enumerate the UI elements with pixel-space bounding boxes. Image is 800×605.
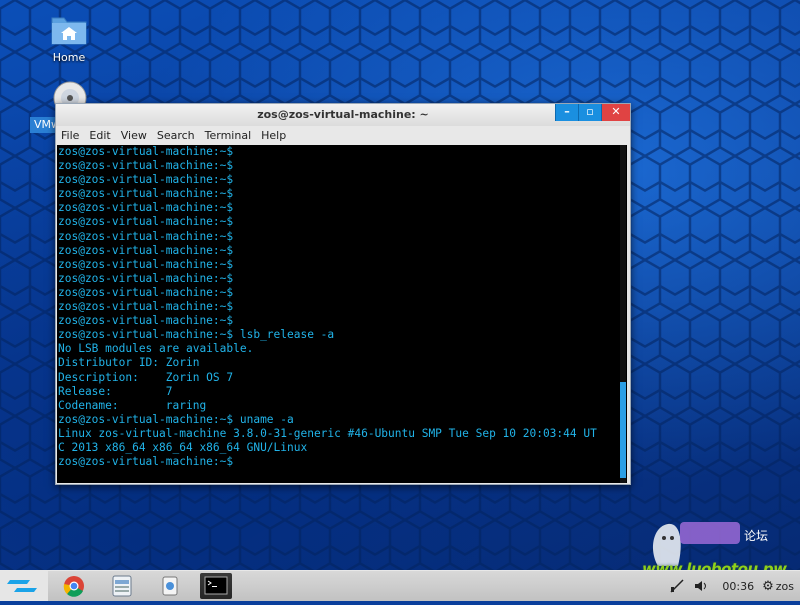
network-icon[interactable]: [668, 577, 686, 595]
terminal-line: Release: 7: [58, 384, 173, 398]
watermark-logo-text: 论坛: [744, 529, 768, 543]
settings-gear-icon[interactable]: ⚙: [762, 579, 774, 594]
terminal-line: Linux zos-virtual-machine 3.8.0-31-gener…: [58, 426, 597, 440]
file-manager-launcher[interactable]: [106, 573, 138, 599]
minimize-button[interactable]: –: [555, 104, 578, 121]
user-name[interactable]: zos: [776, 580, 794, 593]
menu-file[interactable]: File: [61, 129, 79, 142]
disc-app-launcher[interactable]: [154, 573, 186, 599]
terminal-output: zos@zos-virtual-machine:~$ zos@zos-virtua…: [57, 145, 627, 469]
window-title: zos@zos-virtual-machine: ~: [257, 108, 429, 121]
maximize-button[interactable]: ▫: [578, 104, 601, 121]
terminal-line: C 2013 x86_64 x86_64 x86_64 GNU/Linux: [58, 440, 308, 454]
volume-icon[interactable]: [692, 577, 710, 595]
terminal-line: zos@zos-virtual-machine:~$: [58, 455, 234, 469]
chrome-icon: [63, 576, 84, 597]
menu-search[interactable]: Search: [157, 129, 195, 142]
desktop-home-icon[interactable]: Home: [40, 12, 98, 64]
terminal-line: zos@zos-virtual-machine:~$: [58, 187, 234, 201]
window-titlebar[interactable]: zos@zos-virtual-machine: ~ – ▫ ✕: [56, 104, 630, 126]
system-tray: 00:36 ⚙ zos: [668, 571, 800, 601]
terminal-line: Description: Zorin OS 7: [58, 370, 234, 384]
terminal-line: zos@zos-virtual-machine:~$ lsb_release -…: [58, 328, 335, 342]
terminal-line: zos@zos-virtual-machine:~$: [58, 314, 234, 328]
clock[interactable]: 00:36: [722, 580, 754, 593]
menu-bar: File Edit View Search Terminal Help: [56, 126, 630, 144]
terminal-area[interactable]: zos@zos-virtual-machine:~$ zos@zos-virtua…: [57, 145, 627, 483]
disc-app-icon: [162, 576, 178, 596]
terminal-icon: [204, 576, 228, 595]
menu-edit[interactable]: Edit: [89, 129, 110, 142]
window-controls: – ▫ ✕: [555, 104, 630, 122]
desktop-home-label: Home: [52, 51, 86, 64]
terminal-line: zos@zos-virtual-machine:~$: [58, 257, 234, 271]
terminal-line: zos@zos-virtual-machine:~$: [58, 159, 234, 173]
terminal-line: zos@zos-virtual-machine:~$: [58, 229, 234, 243]
terminal-line: No LSB modules are available.: [58, 342, 254, 356]
zorin-menu-button[interactable]: [0, 571, 48, 601]
menu-view[interactable]: View: [121, 129, 147, 142]
terminal-line: zos@zos-virtual-machine:~$: [58, 271, 234, 285]
file-manager-icon: [112, 575, 132, 597]
terminal-line: Codename: raring: [58, 398, 207, 412]
terminal-scrollbar[interactable]: [620, 145, 626, 483]
menu-help[interactable]: Help: [261, 129, 286, 142]
chrome-launcher[interactable]: [58, 573, 90, 599]
terminal-line: zos@zos-virtual-machine:~$: [58, 201, 234, 215]
zorin-menu-icon: [7, 580, 37, 592]
terminal-line: Distributor ID: Zorin: [58, 356, 200, 370]
scrollbar-thumb[interactable]: [620, 382, 626, 478]
terminal-line: zos@zos-virtual-machine:~$: [58, 215, 234, 229]
terminal-line: zos@zos-virtual-machine:~$: [58, 243, 234, 257]
terminal-line: zos@zos-virtual-machine:~$: [58, 285, 234, 299]
terminal-window: zos@zos-virtual-machine: ~ – ▫ ✕ File Ed…: [55, 103, 631, 485]
terminal-line: zos@zos-virtual-machine:~$: [58, 173, 234, 187]
close-button[interactable]: ✕: [601, 104, 630, 121]
menu-terminal[interactable]: Terminal: [205, 129, 252, 142]
terminal-line: zos@zos-virtual-machine:~$: [58, 145, 234, 158]
terminal-launcher[interactable]: [200, 573, 232, 599]
taskbar: 00:36 ⚙ zos: [0, 570, 800, 601]
terminal-line: zos@zos-virtual-machine:~$: [58, 300, 234, 314]
folder-home-icon: [51, 17, 87, 45]
terminal-line: zos@zos-virtual-machine:~$ uname -a: [58, 412, 294, 426]
